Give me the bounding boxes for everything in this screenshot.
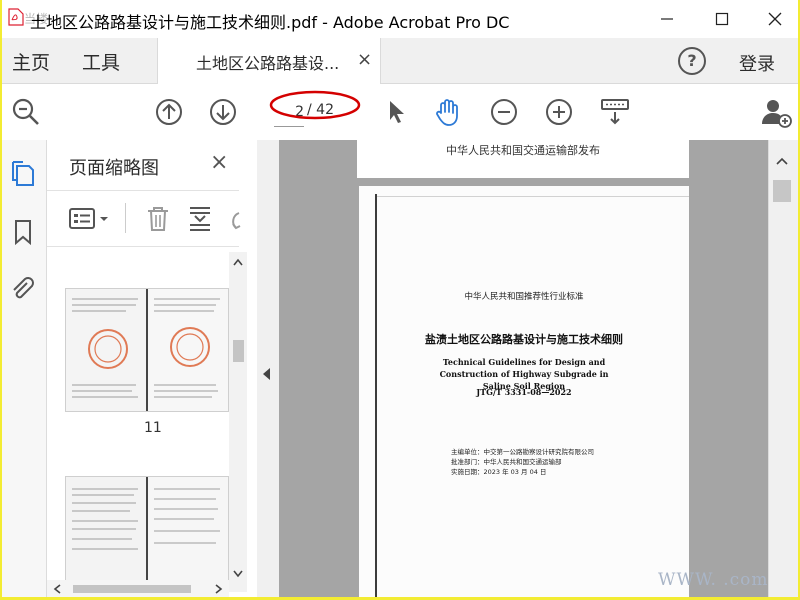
attachments-icon[interactable] — [10, 276, 36, 304]
page-thumbnail[interactable] — [65, 288, 229, 412]
select-cursor-icon[interactable] — [380, 96, 412, 128]
next-page-icon[interactable] — [207, 96, 239, 128]
site-watermark: WWW. .com — [658, 570, 769, 590]
tab-tools[interactable]: 工具 — [82, 48, 120, 75]
bookmarks-icon[interactable] — [10, 218, 36, 246]
page-number-input[interactable]: 2 — [274, 98, 304, 127]
pdf-file-icon — [8, 8, 24, 26]
minimize-button[interactable] — [644, 0, 690, 38]
scan-edge — [377, 196, 689, 197]
document-title-cn: 盐渍土地区公路路基设计与施工技术细则 — [425, 333, 623, 346]
thumbnail-page-label: 11 — [144, 420, 162, 436]
scroll-right-icon[interactable] — [215, 584, 223, 594]
scroll-up-icon[interactable] — [776, 157, 788, 165]
add-user-icon[interactable] — [760, 96, 792, 128]
thumbnail-panel-title: 页面缩略图 — [69, 158, 159, 179]
thumbnail-panel-close-button[interactable]: × — [210, 150, 228, 175]
extract-pages-icon[interactable] — [187, 205, 213, 233]
login-button[interactable]: 登录 — [739, 50, 775, 76]
thumbnail-horizontal-scrollbar[interactable] — [47, 580, 229, 597]
maximize-button[interactable] — [699, 0, 745, 38]
approving-department: 批准部门：中华人民共和国交通运输部 — [451, 458, 562, 466]
collapse-arrow-icon[interactable] — [263, 368, 270, 380]
close-window-button[interactable] — [752, 0, 798, 38]
scrollbar-thumb[interactable] — [73, 585, 191, 593]
effective-date: 实施日期：2023 年 03 月 04 日 — [451, 468, 547, 476]
thumbnail-panel: 页面缩略图 × 11 — [47, 140, 258, 597]
zoom-out-icon[interactable] — [488, 96, 520, 128]
divider — [47, 190, 239, 191]
scrollbar-thumb[interactable] — [233, 340, 244, 362]
close-icon — [768, 12, 782, 26]
current-page: 中华人民共和国推荐性行业标准 盐渍土地区公路路基设计与施工技术细则 Techni… — [359, 186, 689, 597]
hand-tool-icon[interactable] — [432, 96, 464, 128]
document-tab[interactable]: 土地区公路路基设... × — [157, 38, 381, 84]
scroll-down-icon[interactable] — [233, 570, 243, 578]
thumbnail-preview — [66, 289, 228, 411]
previous-page: 中华人民共和国交通运输部发布 — [357, 140, 689, 178]
thumbnail-toolbar — [47, 195, 247, 245]
thumbnail-options-icon[interactable] — [69, 207, 113, 231]
tab-bar: 主页 工具 土地区公路路基设... × ? 登录 — [2, 38, 798, 84]
standard-category: 中华人民共和国推荐性行业标准 — [464, 292, 584, 302]
standard-code: JTG/T 3331-08—2022 — [476, 387, 572, 397]
rotate-page-icon[interactable] — [225, 207, 245, 233]
tab-home[interactable]: 主页 — [12, 48, 50, 75]
document-tab-label: 土地区公路路基设... — [196, 54, 340, 73]
cover-metadata: 主编单位：中交第一公路勘察设计研究院有限公司 批准部门：中华人民共和国交通运输部… — [451, 447, 594, 477]
divider — [47, 246, 239, 247]
delete-page-icon[interactable] — [145, 205, 171, 233]
acrobat-window: 当楼 土地区公路路基设计与施工技术细则.pdf - Adobe Acrobat … — [2, 0, 798, 597]
document-view[interactable]: 中华人民共和国交通运输部发布 中华人民共和国推荐性行业标准 盐渍土地区公路路基设… — [279, 140, 768, 597]
zoom-out-search-icon[interactable] — [10, 96, 42, 128]
title-bar: 当楼 土地区公路路基设计与施工技术细则.pdf - Adobe Acrobat … — [2, 0, 798, 38]
window-title: 土地区公路路基设计与施工技术细则.pdf - Adobe Acrobat Pro… — [30, 13, 510, 32]
scrollbar-thumb[interactable] — [773, 180, 791, 202]
thumbnail-preview — [66, 477, 228, 587]
main-toolbar: 2 / 42 — [2, 84, 798, 141]
editor-unit: 主编单位：中交第一公路勘察设计研究院有限公司 — [451, 448, 594, 456]
divider — [125, 203, 126, 233]
minimize-icon — [661, 18, 673, 20]
scroll-mode-icon[interactable] — [599, 96, 631, 128]
scroll-up-icon[interactable] — [233, 258, 243, 266]
previous-page-icon[interactable] — [153, 96, 185, 128]
document-tab-close-button[interactable]: × — [357, 49, 372, 70]
maximize-icon — [715, 12, 729, 26]
page-total: / 42 — [307, 102, 334, 118]
panel-collapse-strip[interactable] — [257, 140, 280, 597]
zoom-in-icon[interactable] — [543, 96, 575, 128]
navigation-rail — [2, 140, 47, 597]
help-icon[interactable]: ? — [678, 47, 706, 75]
thumbnail-scrollbar[interactable] — [229, 252, 247, 592]
page-thumbnail[interactable] — [65, 476, 229, 588]
scroll-left-icon[interactable] — [53, 584, 61, 594]
previous-page-footer: 中华人民共和国交通运输部发布 — [446, 144, 600, 157]
document-scrollbar[interactable] — [768, 140, 798, 597]
page-thumbnails-icon[interactable] — [10, 160, 36, 188]
